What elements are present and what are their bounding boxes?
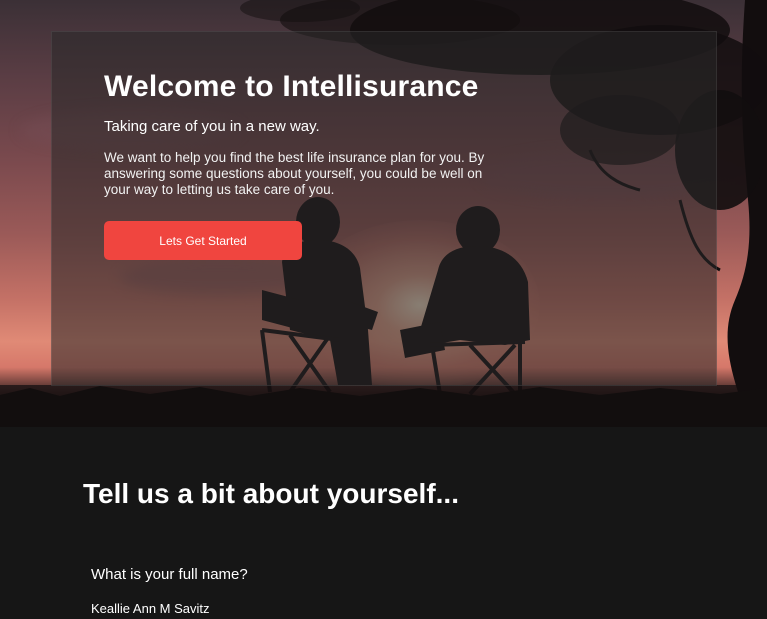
hero-section: Welcome to Intellisurance Taking care of… [0, 0, 767, 427]
hero-title: Welcome to Intellisurance [104, 70, 479, 103]
full-name-question-label: What is your full name? [91, 566, 248, 583]
get-started-button[interactable]: Lets Get Started [104, 221, 302, 260]
section-heading: Tell us a bit about yourself... [83, 478, 459, 509]
hero-description: We want to help you find the best life i… [104, 150, 485, 197]
hero-subtitle: Taking care of you in a new way. [104, 118, 320, 135]
about-yourself-section: Tell us a bit about yourself... What is … [0, 427, 767, 619]
full-name-input[interactable] [91, 597, 471, 619]
grass-silhouette [0, 386, 767, 427]
